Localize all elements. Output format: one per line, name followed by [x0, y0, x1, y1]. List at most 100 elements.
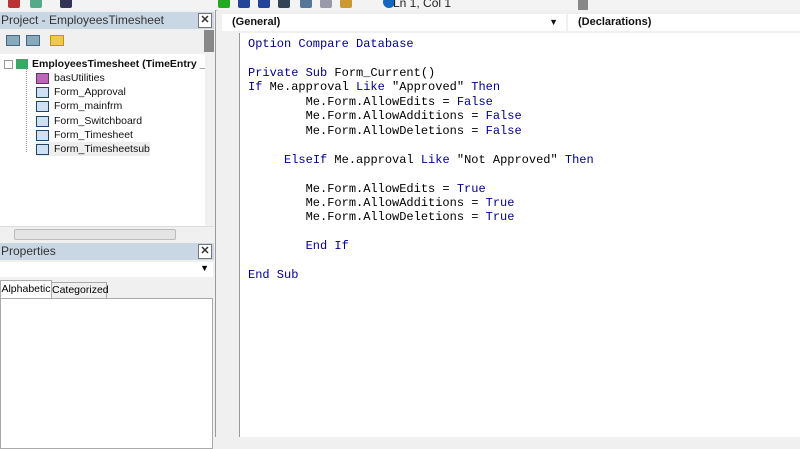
properties-title-text: Properties [1, 244, 56, 258]
form-icon [36, 86, 49, 98]
chevron-down-icon[interactable]: ▼ [200, 263, 209, 273]
code-keyword: Like [420, 152, 450, 167]
code-line[interactable]: Me.Form.AllowDeletions = True [248, 210, 515, 225]
tree-item-form-timesheet[interactable]: Form_Timesheet [36, 128, 133, 142]
code-text: Me.Form.AllowEdits = [248, 181, 457, 196]
item-label: Form_Timesheet [54, 129, 133, 141]
tree-item-form-timesheetsub[interactable]: Form_Timesheetsub [36, 142, 150, 156]
tree-hscroll[interactable] [0, 226, 214, 240]
tree-root[interactable]: EmployeesTimesheet (TimeEntry _Upd: [4, 57, 205, 71]
code-text: Me.Form.AllowDeletions = [248, 123, 486, 138]
code-keyword: Then [471, 80, 501, 95]
code-line[interactable]: Me.Form.AllowAdditions = True [248, 195, 515, 210]
tree-item-basutilities[interactable]: basUtilities [36, 71, 105, 85]
code-line[interactable]: Me.Form.AllowAdditions = False [248, 109, 522, 123]
tree-item-form-mainfrm[interactable]: Form_mainfrm [36, 99, 122, 113]
code-line[interactable]: Me.Form.AllowDeletions = False [248, 124, 522, 138]
view-object-icon[interactable] [26, 35, 40, 46]
code-keyword: Then [564, 152, 594, 167]
code-text: Me.Form.AllowEdits = [248, 94, 457, 109]
code-keyword: Like [356, 80, 385, 95]
project-tree: EmployeesTimesheet (TimeEntry _Upd: basU… [0, 54, 205, 226]
view-access-icon[interactable] [8, 0, 20, 8]
project-title-text: Project - EmployeesTimesheet [1, 13, 164, 27]
project-explorer-icon[interactable] [300, 0, 312, 8]
object-combo-value: (General) [232, 16, 281, 28]
form-icon [36, 115, 49, 127]
design-mode-icon[interactable] [278, 0, 290, 8]
code-keyword: False [485, 123, 522, 138]
insert-module-icon[interactable] [30, 0, 42, 8]
item-label: Form_Approval [54, 86, 126, 98]
form-icon [36, 100, 49, 112]
code-line[interactable]: Me.Form.AllowEdits = True [248, 182, 486, 196]
code-text: Me.approval [327, 152, 421, 167]
code-line[interactable]: End Sub [248, 268, 298, 282]
left-pane: Project - EmployeesTimesheet ✕ EmployeesT… [0, 10, 216, 449]
properties-grid[interactable] [0, 298, 213, 449]
code-keyword: If [248, 80, 263, 95]
code-text: Me.Form.AllowDeletions = [248, 210, 486, 225]
object-combo[interactable]: (General) ▼ [222, 14, 566, 31]
code-keyword: True [485, 195, 515, 210]
close-project-icon[interactable]: ✕ [198, 13, 212, 28]
code-text: "Not Approved" [449, 152, 565, 167]
view-code-icon[interactable] [6, 35, 20, 46]
item-label: basUtilities [54, 72, 105, 84]
code-editor[interactable]: Option Compare Database Private Sub Form_… [240, 33, 800, 437]
code-keyword: Private Sub [248, 65, 328, 80]
close-properties-icon[interactable]: ✕ [198, 244, 212, 259]
project-explorer-title: Project - EmployeesTimesheet ✕ [0, 12, 214, 29]
object-select[interactable]: ▼ [0, 262, 213, 277]
form-icon [36, 143, 49, 155]
tree-item-form-approval[interactable]: Form_Approval [36, 85, 126, 99]
code-keyword: End Sub [248, 268, 299, 283]
tab-categorized[interactable]: Categorized [51, 282, 109, 299]
chevron-down-icon[interactable]: ▼ [549, 14, 558, 31]
reset-icon[interactable] [258, 0, 270, 8]
code-keyword: ElseIf [284, 152, 328, 167]
code-line[interactable]: End If [248, 239, 349, 253]
code-line[interactable]: Option Compare Database [248, 37, 414, 51]
code-line[interactable]: If Me.approval Like "Approved" Then [248, 80, 500, 94]
procedure-combo[interactable]: (Declarations) [568, 14, 800, 31]
code-keyword: False [456, 94, 493, 109]
procedure-combo-value: (Declarations) [578, 16, 652, 28]
code-keyword: True [456, 181, 486, 196]
hscroll-thumb[interactable] [14, 229, 176, 240]
tree-vscroll-track[interactable] [205, 54, 214, 226]
code-keyword: Option Compare Database [248, 37, 414, 51]
toggle-folders-icon[interactable] [50, 35, 64, 46]
code-line[interactable]: Me.Form.AllowEdits = False [248, 95, 493, 109]
code-keyword: End If [305, 239, 349, 254]
project-toolbar [0, 30, 214, 52]
form-icon [36, 129, 49, 141]
tree-item-form-switchboard[interactable]: Form_Switchboard [36, 114, 142, 128]
run-icon[interactable] [218, 0, 230, 8]
properties-title: Properties ✕ [0, 243, 214, 260]
item-label: Form_mainfrm [54, 100, 123, 112]
margin-indicator-bar[interactable] [222, 33, 240, 437]
tree-line [26, 68, 28, 152]
save-icon[interactable] [60, 0, 72, 8]
item-label: Form_Switchboard [54, 115, 143, 127]
properties-window-icon[interactable] [320, 0, 332, 8]
code-line[interactable]: Private Sub Form_Current() [248, 66, 435, 80]
tree-vscroll[interactable] [204, 30, 214, 52]
code-line[interactable]: ElseIf Me.approval Like "Not Approved" T… [248, 153, 594, 167]
toolbar-overflow-icon[interactable] [578, 0, 588, 10]
code-keyword: True [485, 210, 515, 225]
break-icon[interactable] [238, 0, 250, 8]
module-icon [36, 72, 49, 84]
item-label: Form_Timesheetsub [54, 143, 150, 155]
object-browser-icon[interactable] [340, 0, 352, 8]
root-label: EmployeesTimesheet (TimeEntry _Upd: [32, 58, 205, 70]
cursor-position: Ln 1, Col 1 [393, 0, 452, 10]
code-text: Me.Form.AllowAdditions = [248, 109, 486, 124]
collapse-icon[interactable] [4, 59, 13, 69]
code-keyword: False [485, 109, 522, 124]
code-text: Me.Form.AllowAdditions = [248, 195, 486, 210]
code-text: "Approved" [384, 80, 472, 95]
tab-alphabetic[interactable]: Alphabetic [0, 280, 52, 298]
